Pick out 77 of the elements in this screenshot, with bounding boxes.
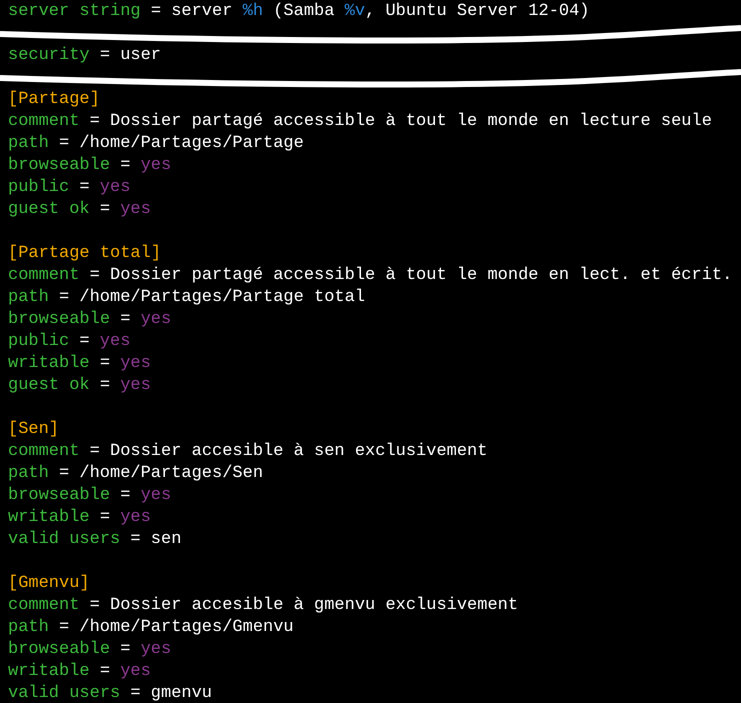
config-key: guest ok (8, 199, 90, 221)
config-key: public (8, 331, 70, 353)
config-key: writable (8, 353, 90, 375)
boolean-value: yes (140, 155, 172, 177)
equals-sign: = (59, 463, 70, 485)
config-key: server string (8, 1, 141, 23)
config-key: path (8, 287, 49, 309)
config-key: valid users (8, 529, 120, 551)
config-key: writable (8, 507, 90, 529)
config-value: server (171, 1, 234, 23)
config-value: , Ubuntu Server 12-04) (365, 1, 590, 23)
config-value: sen (150, 529, 182, 551)
equals-sign: = (90, 111, 100, 133)
equals-sign: = (100, 45, 110, 67)
config-key: comment (8, 595, 80, 617)
equals-sign: = (100, 375, 110, 397)
config-value: Dossier accesible à gmenvu exclusivement (110, 595, 518, 617)
config-key: public (8, 177, 70, 199)
config-key: browseable (8, 485, 110, 507)
section-header: [Partage] (8, 89, 100, 111)
equals-sign: = (79, 177, 90, 199)
config-key: path (8, 463, 49, 485)
equals-sign: = (90, 441, 100, 463)
boolean-value: yes (100, 177, 130, 199)
boolean-value: yes (100, 331, 130, 353)
boolean-value: yes (120, 375, 151, 397)
equals-sign: = (130, 683, 141, 703)
boolean-value: yes (120, 199, 151, 221)
boolean-value: yes (120, 353, 151, 375)
config-key: writable (8, 661, 90, 683)
equals-sign: = (59, 287, 70, 309)
config-key: browseable (8, 155, 110, 177)
equals-sign: = (100, 199, 110, 221)
config-value: /home/Partages/Partage total (79, 287, 366, 309)
config-value: Dossier partagé accessible à tout le monde en lecture seule (110, 111, 712, 133)
boolean-value: yes (140, 485, 172, 507)
equals-sign: = (120, 155, 130, 177)
equals-sign: = (120, 639, 130, 661)
config-key: path (8, 133, 49, 155)
config-key: comment (8, 441, 80, 463)
equals-sign: = (59, 617, 70, 639)
config-value: (Samba (272, 1, 336, 23)
equals-sign: = (150, 1, 162, 23)
equals-sign: = (100, 507, 110, 529)
config-key: path (8, 617, 49, 639)
config-value: /home/Partages/Partage (79, 133, 304, 155)
equals-sign: = (59, 133, 70, 155)
config-value: Dossier partagé accessible à tout le monde en lect. et écrit. (110, 265, 732, 287)
config-key: comment (8, 265, 80, 287)
boolean-value: yes (140, 639, 172, 661)
config-key: security (8, 45, 90, 67)
config-value: gmenvu (150, 683, 212, 703)
config-key: valid users (8, 683, 120, 703)
equals-sign: = (130, 529, 141, 551)
boolean-value: yes (120, 507, 151, 529)
section-header: [Partage total] (8, 243, 162, 265)
config-value: Dossier accesible à sen exclusivement (110, 441, 488, 463)
config-key: comment (8, 111, 80, 133)
config-value: /home/Partages/Gmenvu (79, 617, 294, 639)
config-key: browseable (8, 639, 110, 661)
boolean-value: yes (120, 661, 151, 683)
config-value: user (120, 45, 162, 67)
equals-sign: = (100, 353, 110, 375)
variable-token: %v (344, 1, 366, 23)
config-value: /home/Partages/Sen (79, 463, 264, 485)
equals-sign: = (79, 331, 90, 353)
config-key: browseable (8, 309, 110, 331)
equals-sign: = (90, 595, 100, 617)
equals-sign: = (100, 661, 110, 683)
config-key: guest ok (8, 375, 90, 397)
equals-sign: = (120, 309, 130, 331)
equals-sign: = (120, 485, 130, 507)
variable-token: %h (242, 1, 264, 23)
section-header: [Sen] (8, 419, 60, 441)
section-header: [Gmenvu] (8, 573, 90, 595)
equals-sign: = (90, 265, 100, 287)
boolean-value: yes (140, 309, 172, 331)
